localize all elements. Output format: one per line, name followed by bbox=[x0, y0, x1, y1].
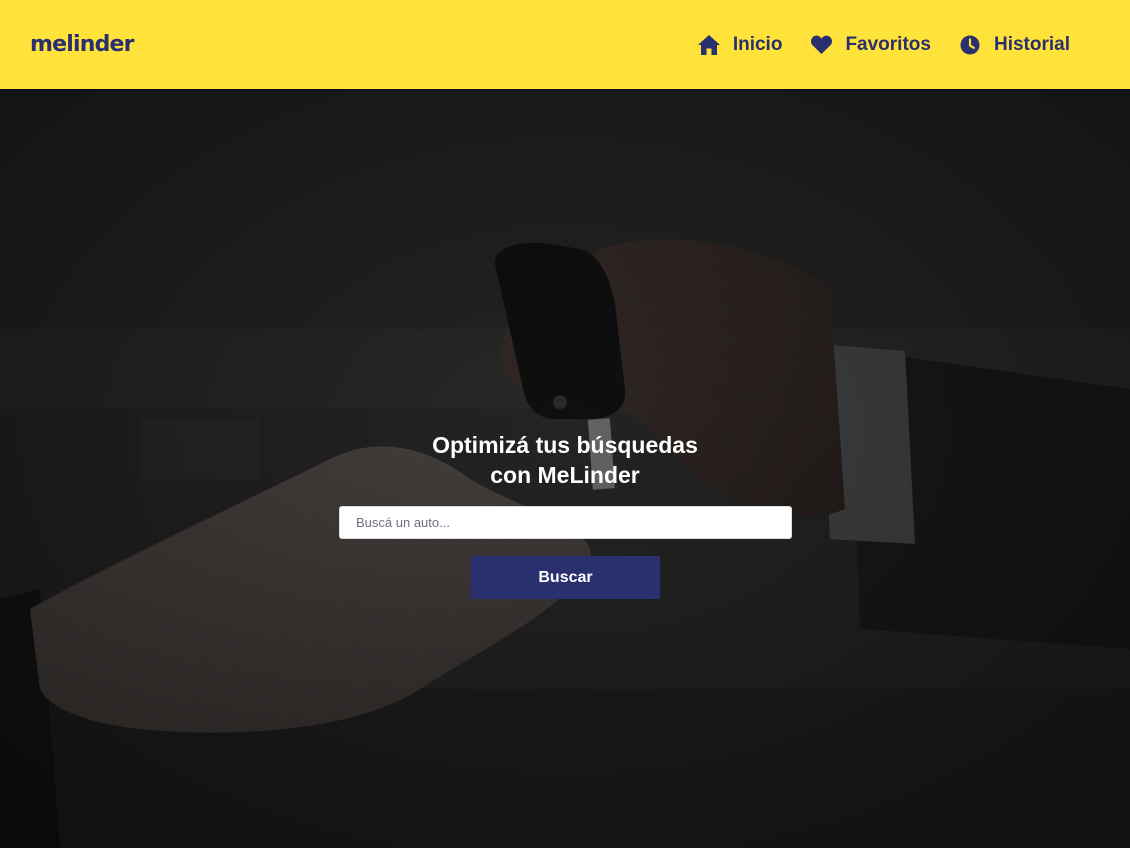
nav-item-favoritos[interactable]: Favoritos bbox=[810, 30, 931, 60]
main-nav: Inicio Favoritos Historial bbox=[670, 0, 1070, 89]
clock-icon bbox=[959, 34, 981, 56]
melinder-logo[interactable]: melinder bbox=[30, 30, 135, 60]
headline-line-1: Optimizá tus búsquedas bbox=[432, 432, 698, 458]
top-header: melinder Inicio Favoritos Historial bbox=[0, 0, 1130, 89]
nav-label-historial: Historial bbox=[993, 33, 1070, 55]
headline-prefix: con bbox=[490, 462, 538, 488]
nav-item-historial[interactable]: Historial bbox=[959, 30, 1070, 60]
hero-headline: Optimizá tus búsquedas con MeLinder bbox=[0, 430, 1130, 490]
nav-label-favoritos: Favoritos bbox=[845, 33, 931, 55]
heart-icon bbox=[810, 34, 832, 56]
search-button[interactable]: Buscar bbox=[471, 556, 660, 599]
nav-item-inicio[interactable]: Inicio bbox=[697, 30, 783, 60]
search-input[interactable] bbox=[339, 506, 792, 539]
home-icon bbox=[697, 34, 720, 56]
hero-content: Optimizá tus búsquedas con MeLinder bbox=[0, 430, 1130, 490]
headline-brand: MeLinder bbox=[537, 462, 640, 488]
page: melinder Inicio Favoritos Historial Opti… bbox=[0, 0, 1130, 848]
nav-label-inicio: Inicio bbox=[732, 33, 783, 55]
